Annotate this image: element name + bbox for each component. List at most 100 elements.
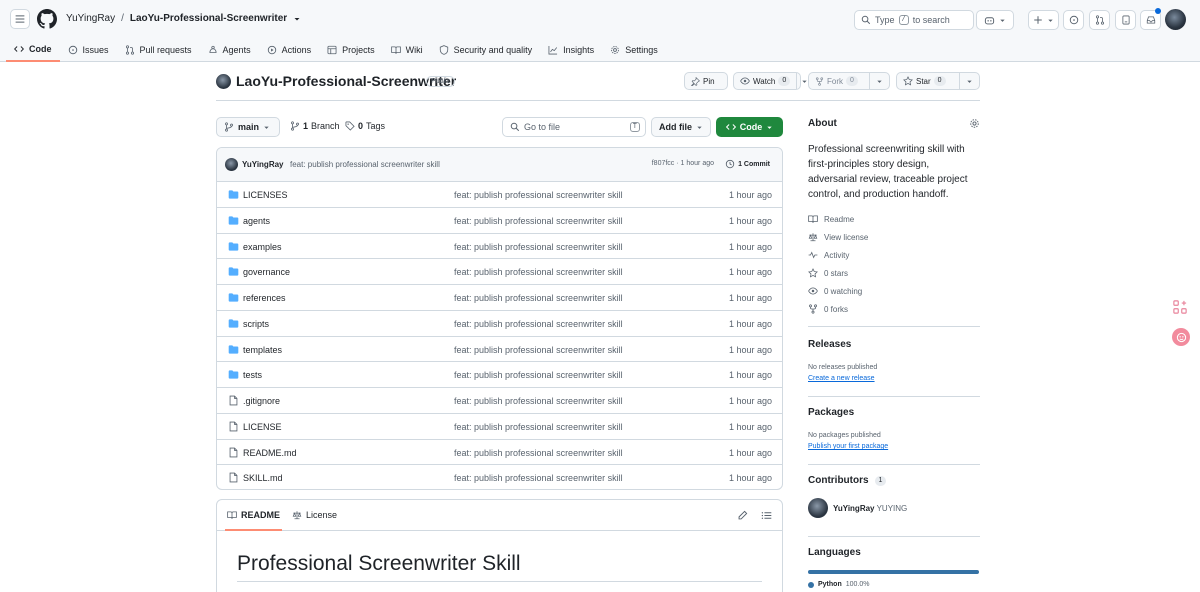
breadcrumb-repo-link[interactable]: LaoYu-Professional-Screenwriter	[130, 13, 287, 24]
tab-projects[interactable]: Projects	[319, 38, 383, 62]
file-row[interactable]: agents feat: publish professional screenw…	[217, 208, 782, 234]
file-row[interactable]: templates feat: publish professional scre…	[217, 337, 782, 363]
file-name-link[interactable]: governance	[243, 267, 290, 277]
branches-link[interactable]: 1 Branch	[290, 121, 340, 131]
go-to-file-input[interactable]: Go to file T	[502, 117, 646, 137]
file-commit-message[interactable]: feat: publish professional screenwriter …	[454, 422, 623, 432]
repo-switcher-caret-icon[interactable]	[293, 15, 301, 23]
file-commit-message[interactable]: feat: publish professional screenwriter …	[454, 396, 623, 406]
tags-link[interactable]: 0 Tags	[345, 121, 385, 131]
file-row[interactable]: references feat: publish professional scr…	[217, 285, 782, 311]
sparkle-grid-icon	[1173, 300, 1187, 314]
file-name-link[interactable]: agents	[243, 216, 270, 226]
file-row[interactable]: LICENSE feat: publish professional screen…	[217, 414, 782, 440]
commit-history-link[interactable]: 1 Commit	[725, 159, 770, 169]
star-dropdown[interactable]	[959, 73, 979, 89]
github-logo-icon[interactable]	[37, 9, 57, 29]
file-name-link[interactable]: .gitignore	[243, 396, 280, 406]
language-entry[interactable]: Python 100.0%	[808, 581, 980, 588]
publish-package-link[interactable]: Publish your first package	[808, 443, 888, 450]
sidebar-link-activity[interactable]: Activity	[808, 250, 849, 260]
file-commit-message[interactable]: feat: publish professional screenwriter …	[454, 370, 623, 380]
edit-readme-button[interactable]	[737, 510, 748, 521]
fork-button[interactable]: Fork 0	[808, 72, 890, 90]
file-row[interactable]: SKILL.md feat: publish professional scree…	[217, 465, 782, 489]
issues-button[interactable]	[1063, 10, 1084, 30]
contributor-avatar[interactable]	[808, 498, 828, 518]
tab-agents[interactable]: Agents	[200, 38, 259, 62]
file-name-link[interactable]: README.md	[243, 448, 297, 458]
branch-selector[interactable]: main	[216, 117, 280, 137]
create-release-link[interactable]: Create a new release	[808, 375, 875, 382]
file-row[interactable]: README.md feat: publish professional scre…	[217, 440, 782, 466]
create-new-button[interactable]	[1028, 10, 1059, 30]
floating-assistant-button[interactable]	[1172, 328, 1190, 346]
user-avatar[interactable]	[1165, 9, 1186, 30]
tab-wiki[interactable]: Wiki	[383, 38, 431, 62]
file-commit-message[interactable]: feat: publish professional screenwriter …	[454, 319, 623, 329]
file-row[interactable]: examples feat: publish professional scree…	[217, 234, 782, 260]
tab-license[interactable]: License	[292, 510, 337, 520]
fork-dropdown[interactable]	[869, 73, 889, 89]
file-row[interactable]: .gitignore feat: publish professional scr…	[217, 388, 782, 414]
file-name-link[interactable]: examples	[243, 242, 282, 252]
copilot-button[interactable]	[976, 10, 1014, 30]
contributor-entry[interactable]: YuYingRay YUYING	[833, 504, 1005, 513]
commit-message[interactable]: feat: publish professional screenwriter …	[290, 160, 440, 169]
gear-icon	[611, 46, 620, 54]
repositories-button[interactable]	[1115, 10, 1136, 30]
file-name-link[interactable]: SKILL.md	[243, 473, 283, 483]
file-name-link[interactable]: references	[243, 293, 286, 303]
file-commit-message[interactable]: feat: publish professional screenwriter …	[454, 473, 623, 483]
sidebar-link-watching[interactable]: 0 watching	[808, 286, 862, 296]
tab-insights[interactable]: Insights	[540, 38, 602, 62]
file-commit-message[interactable]: feat: publish professional screenwriter …	[454, 345, 623, 355]
file-commit-message[interactable]: feat: publish professional screenwriter …	[454, 216, 623, 226]
tab-settings[interactable]: Settings	[602, 38, 666, 62]
file-commit-message[interactable]: feat: publish professional screenwriter …	[454, 293, 623, 303]
repo-name[interactable]: LaoYu-Professional-Screenwriter	[236, 73, 456, 89]
watch-button[interactable]: Watch 0	[733, 72, 807, 90]
file-commit-message[interactable]: feat: publish professional screenwriter …	[454, 267, 623, 277]
sidebar-link-forks[interactable]: 0 forks	[808, 304, 848, 314]
file-name-link[interactable]: scripts	[243, 319, 269, 329]
edit-about-button[interactable]	[969, 118, 980, 129]
pin-button[interactable]: Pin	[684, 72, 728, 90]
code-button[interactable]: Code	[716, 117, 783, 137]
file-row[interactable]: governance feat: publish professional scr…	[217, 259, 782, 285]
contributors-heading[interactable]: Contributors	[808, 475, 869, 486]
commit-author[interactable]: YuYingRay	[242, 160, 284, 169]
file-name-link[interactable]: LICENSE	[243, 422, 282, 432]
file-commit-message[interactable]: feat: publish professional screenwriter …	[454, 190, 623, 200]
commit-sha-time[interactable]: f807fcc · 1 hour ago	[652, 160, 714, 167]
sidebar-link-license[interactable]: View license	[808, 232, 868, 242]
readme-outline-button[interactable]	[761, 510, 772, 521]
packages-heading[interactable]: Packages	[808, 407, 980, 418]
file-commit-message[interactable]: feat: publish professional screenwriter …	[454, 448, 623, 458]
pull-requests-button[interactable]	[1089, 10, 1110, 30]
menu-button[interactable]	[10, 9, 30, 29]
tab-pull-requests[interactable]: Pull requests	[117, 38, 200, 62]
tab-issues[interactable]: Issues	[60, 38, 117, 62]
breadcrumb-owner-link[interactable]: YuYingRay	[66, 13, 115, 24]
sidebar-link-readme[interactable]: Readme	[808, 214, 854, 224]
file-name-link[interactable]: templates	[243, 345, 282, 355]
floating-extension-icon[interactable]	[1173, 300, 1187, 314]
tab-code[interactable]: Code	[6, 38, 60, 62]
tab-security[interactable]: Security and quality	[431, 38, 541, 62]
releases-heading[interactable]: Releases	[808, 339, 980, 350]
file-row[interactable]: scripts feat: publish professional screen…	[217, 311, 782, 337]
tab-readme[interactable]: README	[224, 510, 283, 531]
file-row[interactable]: LICENSES feat: publish professional scree…	[217, 182, 782, 208]
repo-owner-avatar[interactable]	[216, 74, 231, 89]
global-search-input[interactable]: Type / to search	[854, 10, 974, 30]
add-file-button[interactable]: Add file	[651, 117, 711, 137]
sidebar-link-stars[interactable]: 0 stars	[808, 268, 848, 278]
file-name-link[interactable]: LICENSES	[243, 190, 288, 200]
file-commit-message[interactable]: feat: publish professional screenwriter …	[454, 242, 623, 252]
tab-actions[interactable]: Actions	[259, 38, 320, 62]
file-row[interactable]: tests feat: publish professional screenwr…	[217, 362, 782, 388]
file-name-link[interactable]: tests	[243, 370, 262, 380]
star-button[interactable]: Star 0	[896, 72, 980, 90]
commit-author-avatar[interactable]	[225, 158, 238, 171]
